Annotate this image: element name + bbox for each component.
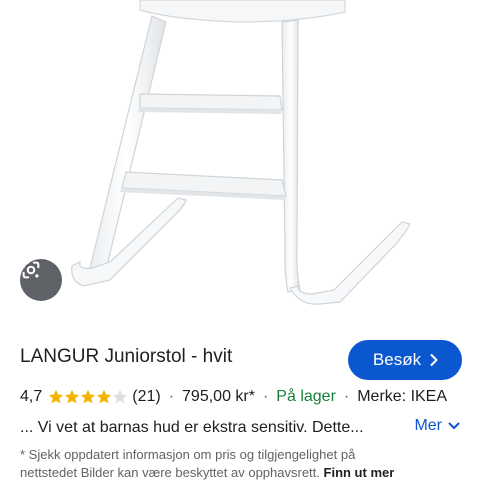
stock-status: På lager <box>276 388 336 405</box>
separator: · <box>262 388 269 405</box>
rating-stars <box>48 389 128 405</box>
description-row: ... Vi vet at barnas hud er ekstra sensi… <box>20 417 460 439</box>
rating-value: 4,7 <box>20 388 43 405</box>
product-description: ... Vi vet at barnas hud er ekstra sensi… <box>20 419 364 436</box>
disclaimer-copyright-text: nettstedet Bilder kan være beskyttet av … <box>20 465 320 480</box>
brand: Merke: IKEA <box>357 388 448 405</box>
disclaimer: * Sjekk oppdatert informasjon om pris og… <box>20 446 462 480</box>
separator: · <box>343 388 350 405</box>
star-icon <box>49 389 128 404</box>
visit-button[interactable]: Besøk <box>348 340 462 380</box>
high-chair-illustration <box>71 0 411 305</box>
disclaimer-line-2: nettstedet Bilder kan være beskyttet av … <box>20 464 462 480</box>
more-label: Mer <box>414 417 442 434</box>
separator: · <box>168 388 175 405</box>
price: 795,00 kr* <box>182 388 255 405</box>
google-lens-button[interactable] <box>20 259 62 301</box>
product-image[interactable] <box>0 0 480 318</box>
chevron-right-icon <box>429 353 439 367</box>
title-row: LANGUR Juniorstol - hvit Besøk <box>20 340 462 380</box>
learn-more-link[interactable]: Finn ut mer <box>324 465 395 480</box>
visit-button-label: Besøk <box>372 350 422 369</box>
disclaimer-line-1: * Sjekk oppdatert informasjon om pris og… <box>20 447 356 462</box>
product-result-card: LANGUR Juniorstol - hvit Besøk 4,7 (21) … <box>0 0 480 480</box>
product-meta-row: 4,7 (21) · 795,00 kr* · På lager · Merke… <box>20 388 468 406</box>
review-count: (21) <box>132 388 161 405</box>
product-title[interactable]: LANGUR Juniorstol - hvit <box>20 346 232 368</box>
more-button[interactable]: Mer <box>414 417 460 435</box>
chevron-down-icon <box>448 422 460 430</box>
